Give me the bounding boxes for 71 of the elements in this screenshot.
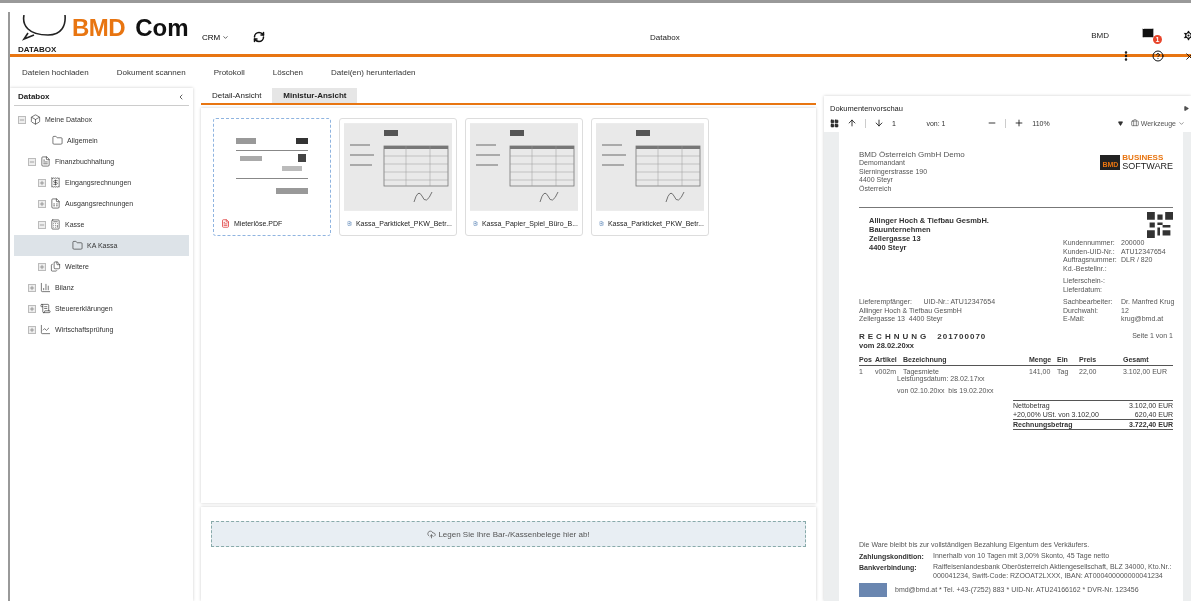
image-file-icon xyxy=(347,219,352,228)
logo-product: Com xyxy=(135,15,189,41)
arrow-up-icon xyxy=(847,118,857,128)
module-name: DATABOX xyxy=(18,45,58,54)
folder-icon xyxy=(52,135,63,146)
minus-icon xyxy=(29,158,35,165)
refresh-button[interactable] xyxy=(253,31,266,43)
collapse-panel-button[interactable] xyxy=(177,92,185,101)
plus-icon xyxy=(1014,118,1025,128)
next-page-button[interactable] xyxy=(873,118,884,128)
plus-icon xyxy=(29,305,35,312)
help-icon xyxy=(1152,50,1164,62)
crm-menu[interactable]: CRM xyxy=(202,33,230,42)
minus-icon xyxy=(39,221,45,228)
toolbar-action[interactable]: Dokument scannen xyxy=(116,66,186,78)
sidebar-title: Databox xyxy=(18,92,50,101)
collapse-toggle[interactable] xyxy=(28,157,36,166)
collapse-toggle[interactable] xyxy=(38,220,46,229)
toolbar-action[interactable]: Löschen xyxy=(272,66,304,78)
help-button[interactable] xyxy=(1152,50,1164,62)
pdf-icon xyxy=(221,219,230,228)
expand-toggle[interactable] xyxy=(38,262,46,271)
expand-toggle[interactable] xyxy=(28,325,36,334)
previous-page-button[interactable] xyxy=(847,118,857,128)
sender-name: BMD Österreich GmbH Demo xyxy=(859,150,965,159)
minus-icon xyxy=(19,116,25,123)
user-name: BMD xyxy=(1091,30,1109,40)
invoice-title: RECHNUNG xyxy=(859,331,930,341)
photo-placeholder xyxy=(859,583,887,597)
expand-toggle[interactable] xyxy=(38,199,46,208)
zoom-dropdown[interactable] xyxy=(1117,120,1123,126)
expand-toggle[interactable] xyxy=(38,178,46,187)
expand-toggle[interactable] xyxy=(28,304,36,313)
expand-toggle[interactable] xyxy=(28,283,36,292)
toolbar-action[interactable]: Datei(en) herunterladen xyxy=(331,66,416,78)
collapse-toggle[interactable] xyxy=(18,115,26,124)
logo-brand: BMD xyxy=(72,15,126,41)
logo-text: SOFTWARE xyxy=(1122,162,1173,171)
triangle-right-icon xyxy=(1184,105,1189,111)
upload-icon xyxy=(427,529,437,539)
chevron-left-icon xyxy=(177,92,185,101)
image-file-icon xyxy=(599,219,604,228)
qr-code xyxy=(1147,212,1173,238)
settings-button[interactable] xyxy=(1182,28,1191,42)
toolbox-icon xyxy=(1130,119,1139,127)
zoom-in-button[interactable] xyxy=(1014,118,1025,128)
drop-zone[interactable]: Legen Sie Ihre Bar-/Kassenbelege hier ab! xyxy=(211,521,806,547)
expand-panel-button[interactable] xyxy=(1184,105,1189,111)
page-title: Databox xyxy=(650,33,680,42)
toolbar-action[interactable]: Protokoll xyxy=(213,66,245,78)
toolbar-action[interactable]: Dateien hochladen xyxy=(22,66,89,78)
folder-icon xyxy=(72,240,83,251)
drop-zone-label: Legen Sie Ihre Bar-/Kassenbelege hier ab! xyxy=(438,529,590,539)
view-tab[interactable]: Ministur-Ansicht xyxy=(272,88,358,103)
refresh-icon xyxy=(253,31,266,43)
plus-icon xyxy=(39,200,45,207)
image-file-icon xyxy=(473,219,478,228)
plus-icon xyxy=(29,326,35,333)
caret-icon xyxy=(1117,120,1123,126)
chevron-down-icon xyxy=(222,34,230,41)
arrow-down-icon xyxy=(873,118,884,128)
invoice-number: 201700070 xyxy=(937,331,987,341)
caret-icon xyxy=(1178,119,1185,127)
logo-text: BUSINESS xyxy=(1122,154,1165,162)
mail-icon xyxy=(1141,26,1155,40)
plus-icon xyxy=(29,284,35,291)
grid-icon xyxy=(830,118,839,128)
view-tab[interactable]: Detail-Ansicht xyxy=(201,88,273,103)
plus-icon xyxy=(39,179,45,186)
plus-icon xyxy=(39,263,45,270)
thumbnails-button[interactable] xyxy=(830,118,839,128)
